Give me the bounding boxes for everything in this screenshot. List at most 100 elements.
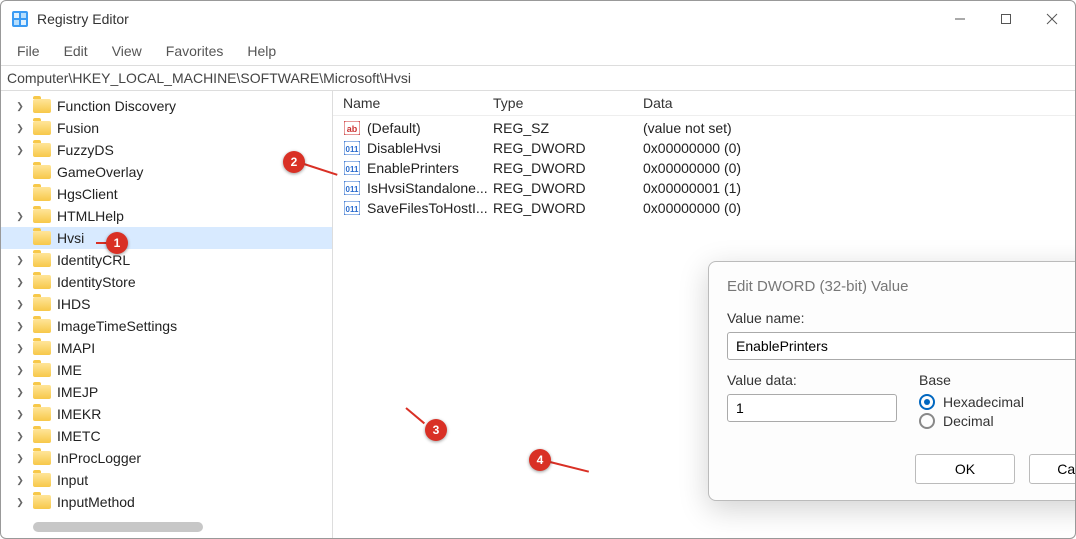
tree-item-label: InputMethod: [57, 494, 135, 510]
dword-value-icon: 011: [343, 160, 361, 176]
menu-view[interactable]: View: [100, 39, 154, 63]
tree-item-imejp[interactable]: ❯ IMEJP: [1, 381, 332, 403]
folder-icon: [33, 341, 51, 355]
tree-item-function-discovery[interactable]: ❯ Function Discovery: [1, 95, 332, 117]
tree-item-ihds[interactable]: ❯ IHDS: [1, 293, 332, 315]
annotation-badge-4: 4: [529, 449, 551, 471]
value-type: REG_SZ: [493, 120, 643, 136]
menu-favorites[interactable]: Favorites: [154, 39, 236, 63]
tree-item-label: IHDS: [57, 296, 90, 312]
expand-icon[interactable]: ❯: [13, 343, 27, 354]
tree-item-identitycrl[interactable]: ❯IdentityCRL: [1, 249, 332, 271]
tree-item-label: Function Discovery: [57, 98, 176, 114]
hex-label: Hexadecimal: [943, 394, 1024, 410]
menu-bar: File Edit View Favorites Help: [1, 37, 1075, 65]
window-controls: [937, 1, 1075, 37]
expand-icon[interactable]: ❯: [13, 475, 27, 486]
value-data: 0x00000000 (0): [643, 160, 1065, 176]
dec-label: Decimal: [943, 413, 994, 429]
expand-icon[interactable]: ❯: [13, 497, 27, 508]
string-value-icon: ab: [343, 120, 361, 136]
cancel-button[interactable]: Cancel: [1029, 454, 1075, 484]
list-rows: ab(Default)REG_SZ(value not set)011Disab…: [333, 116, 1075, 220]
tree-item-label: Input: [57, 472, 88, 488]
tree-item-imetc[interactable]: ❯ IMETC: [1, 425, 332, 447]
value-row[interactable]: 011EnablePrintersREG_DWORD0x00000000 (0): [333, 158, 1075, 178]
tree-item-label: HTMLHelp: [57, 208, 124, 224]
tree-item-label: Hvsi: [57, 230, 84, 246]
svg-text:011: 011: [346, 165, 359, 174]
tree-item-hgsclient[interactable]: HgsClient: [1, 183, 332, 205]
edit-dword-dialog: Edit DWORD (32-bit) Value ✕ Value name: …: [708, 261, 1075, 501]
expand-icon[interactable]: ❯: [13, 145, 27, 156]
window-title: Registry Editor: [37, 11, 937, 27]
value-row[interactable]: 011 SaveFilesToHostI... REG_DWORD0x0000000…: [333, 198, 1075, 218]
svg-text:ab: ab: [347, 124, 358, 134]
value-type: REG_DWORD: [493, 200, 643, 216]
expand-icon[interactable]: ❯: [13, 101, 27, 112]
menu-file[interactable]: File: [5, 39, 52, 63]
value-name: EnablePrinters: [367, 160, 459, 176]
radio-hexadecimal[interactable]: Hexadecimal: [919, 394, 1075, 410]
address-bar[interactable]: Computer\HKEY_LOCAL_MACHINE\SOFTWARE\Mic…: [1, 65, 1075, 91]
radio-decimal[interactable]: Decimal: [919, 413, 1075, 429]
dword-value-icon: 011: [343, 200, 361, 216]
folder-icon: [33, 231, 51, 245]
tree-item-identitystore[interactable]: ❯ IdentityStore: [1, 271, 332, 293]
radio-icon: [919, 413, 935, 429]
tree-item-fusion[interactable]: ❯Fusion: [1, 117, 332, 139]
value-data: (value not set): [643, 120, 1065, 136]
tree-item-label: IMEJP: [57, 384, 98, 400]
menu-help[interactable]: Help: [235, 39, 288, 63]
expand-icon[interactable]: ❯: [13, 255, 27, 266]
expand-icon[interactable]: ❯: [13, 277, 27, 288]
menu-edit[interactable]: Edit: [52, 39, 100, 63]
value-row[interactable]: 011IsHvsiStandalone...REG_DWORD0x0000000…: [333, 178, 1075, 198]
value-name-input[interactable]: [727, 332, 1075, 360]
value-list-panel: Name Type Data ab(Default)REG_SZ(value n…: [333, 91, 1075, 538]
value-data-input[interactable]: [727, 394, 897, 422]
minimize-button[interactable]: [937, 1, 983, 37]
value-data: 0x00000000 (0): [643, 200, 1065, 216]
expand-icon[interactable]: ❯: [13, 453, 27, 464]
expand-icon[interactable]: ❯: [13, 211, 27, 222]
tree-item-label: InProcLogger: [57, 450, 141, 466]
maximize-button[interactable]: [983, 1, 1029, 37]
tree-item-htmlhelp[interactable]: ❯ HTMLHelp: [1, 205, 332, 227]
tree-item-fuzzyds[interactable]: ❯FuzzyDS: [1, 139, 332, 161]
folder-icon: [33, 451, 51, 465]
close-button[interactable]: [1029, 1, 1075, 37]
tree-item-label: IME: [57, 362, 82, 378]
tree-item-imagetimesettings[interactable]: ❯ImageTimeSettings: [1, 315, 332, 337]
folder-icon: [33, 385, 51, 399]
tree-item-imapi[interactable]: ❯IMAPI: [1, 337, 332, 359]
expand-icon[interactable]: ❯: [13, 387, 27, 398]
value-data: 0x00000001 (1): [643, 180, 1065, 196]
folder-icon: [33, 99, 51, 113]
tree-item-label: IdentityStore: [57, 274, 136, 290]
tree-item-inputmethod[interactable]: ❯ InputMethod: [1, 491, 332, 513]
expand-icon[interactable]: ❯: [13, 365, 27, 376]
title-bar: Registry Editor: [1, 1, 1075, 37]
tree-item-hvsi[interactable]: Hvsi: [1, 227, 332, 249]
ok-button[interactable]: OK: [915, 454, 1015, 484]
column-type[interactable]: Type: [493, 95, 643, 111]
tree-item-imekr[interactable]: ❯IMEKR: [1, 403, 332, 425]
tree-item-inproclogger[interactable]: ❯ InProcLogger: [1, 447, 332, 469]
column-name[interactable]: Name: [343, 95, 493, 111]
value-name: IsHvsiStandalone...: [367, 180, 488, 196]
value-row[interactable]: ab(Default)REG_SZ(value not set): [333, 118, 1075, 138]
list-header[interactable]: Name Type Data: [333, 91, 1075, 116]
expand-icon[interactable]: ❯: [13, 409, 27, 420]
tree-item-ime[interactable]: ❯ IME: [1, 359, 332, 381]
expand-icon[interactable]: ❯: [13, 321, 27, 332]
horizontal-scrollbar[interactable]: [33, 522, 203, 532]
value-row[interactable]: 011DisableHvsiREG_DWORD0x00000000 (0): [333, 138, 1075, 158]
tree-item-input[interactable]: ❯ Input: [1, 469, 332, 491]
expand-icon[interactable]: ❯: [13, 431, 27, 442]
value-name: SaveFilesToHostI...: [367, 200, 488, 216]
tree-item-label: IMETC: [57, 428, 101, 444]
expand-icon[interactable]: ❯: [13, 123, 27, 134]
column-data[interactable]: Data: [643, 95, 1065, 111]
expand-icon[interactable]: ❯: [13, 299, 27, 310]
